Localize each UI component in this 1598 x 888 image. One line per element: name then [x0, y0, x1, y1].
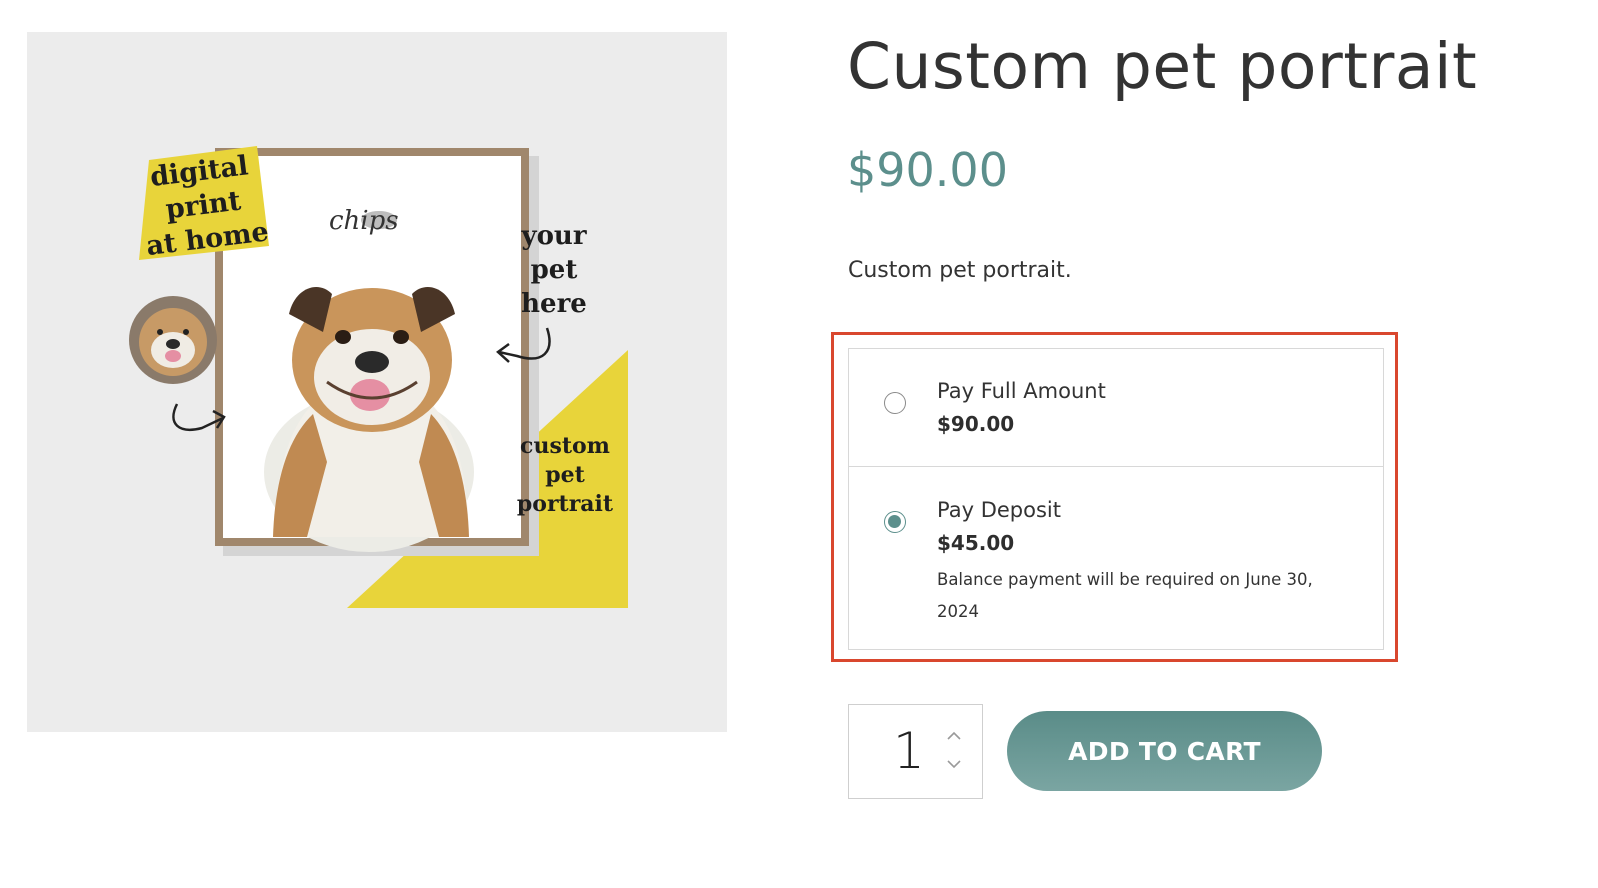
product-description: Custom pet portrait.: [848, 258, 1072, 283]
original-pet-photo: [129, 296, 217, 384]
payment-option-label: Pay Full Amount: [937, 379, 1106, 403]
payment-option-amount: $45.00: [937, 531, 1015, 555]
payment-option-label: Pay Deposit: [937, 498, 1061, 522]
quantity-stepper[interactable]: 1: [848, 704, 983, 799]
pet-name-text: chips: [329, 206, 399, 236]
chevron-up-icon[interactable]: [945, 729, 963, 743]
radio-pay-deposit[interactable]: [884, 511, 906, 533]
radio-pay-full[interactable]: [884, 392, 906, 414]
payment-option-amount: $90.00: [937, 412, 1015, 436]
your-pet-here-line-1: your: [520, 221, 586, 251]
product-image: chips digital print at home your pet her…: [27, 32, 727, 732]
quantity-value[interactable]: 1: [893, 723, 925, 779]
product-illustration: chips digital print at home your pet her…: [129, 146, 628, 608]
payment-option-deposit[interactable]: Pay Deposit $45.00 Balance payment will …: [849, 467, 1383, 649]
custom-pet-portrait-line-2: pet: [545, 462, 585, 488]
product-title: Custom pet portrait: [847, 30, 1478, 103]
payment-options: Pay Full Amount $90.00 Pay Deposit $45.0…: [848, 348, 1384, 650]
balance-payment-note: Balance payment will be required on June…: [937, 570, 1313, 621]
product-price: $90.00: [847, 143, 1008, 197]
custom-pet-portrait-line-1: custom: [520, 433, 610, 459]
your-pet-here-line-2: pet: [531, 255, 578, 285]
your-pet-here-line-3: here: [521, 289, 587, 319]
payment-option-full[interactable]: Pay Full Amount $90.00: [849, 349, 1383, 467]
add-to-cart-button[interactable]: ADD TO CART: [1007, 711, 1322, 791]
custom-pet-portrait-line-3: portrait: [517, 491, 614, 517]
radio-selected-dot: [888, 515, 901, 528]
chevron-down-icon[interactable]: [945, 757, 963, 771]
